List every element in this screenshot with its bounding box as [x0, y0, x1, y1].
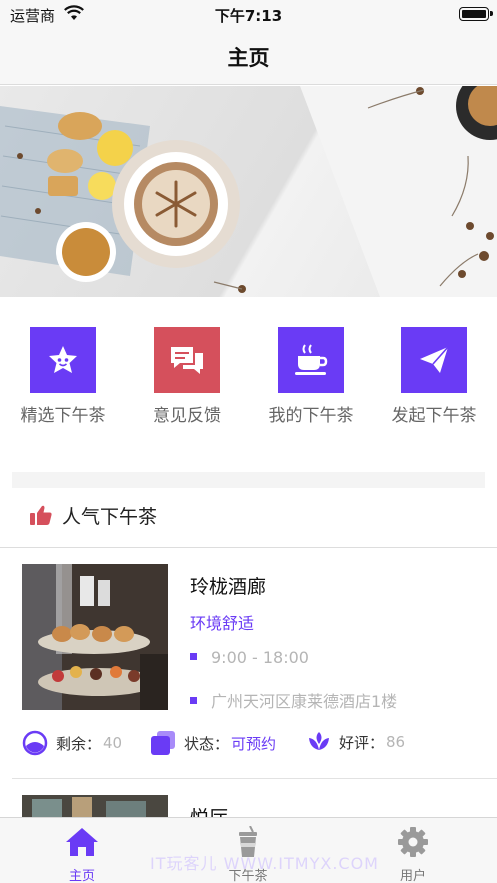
page-title: 主页	[227, 46, 270, 70]
tea-card-photo	[22, 564, 168, 710]
tea-card-hours-text: 9:00 - 18:00	[211, 648, 309, 667]
paper-plane-icon	[401, 327, 467, 393]
chat-bubbles-icon	[154, 327, 220, 393]
quick-menu: 精选下午茶 意见反馈 我的下午茶 发起下午茶	[0, 297, 497, 472]
coffee-cup-icon	[278, 327, 344, 393]
tea-card-name: 玲栊酒廊	[190, 576, 267, 598]
menu-label-start-tea: 发起下午茶	[391, 406, 477, 426]
status-layers-icon	[151, 731, 175, 755]
remaining-gauge-icon	[22, 730, 48, 756]
tea-card[interactable]: 悦厅	[0, 780, 497, 817]
tab-home-label: 主页	[68, 869, 95, 883]
section-title: 人气下午茶	[62, 506, 158, 528]
stat-status-label: 状态：	[184, 734, 230, 753]
gear-icon	[398, 827, 428, 857]
banner-image[interactable]	[0, 86, 497, 297]
tab-home[interactable]: 主页	[22, 826, 142, 883]
menu-item-featured[interactable]: 精选下午茶	[13, 327, 113, 427]
bullet-icon	[190, 653, 197, 660]
menu-label-my-tea: 我的下午茶	[268, 406, 354, 426]
stat-remaining: 剩余： 40	[22, 730, 122, 756]
star-face-icon	[30, 327, 96, 393]
tea-card-tag: 环境舒适	[190, 614, 255, 633]
navigation-bar: 主页	[0, 28, 497, 85]
stat-remaining-value: 40	[103, 734, 123, 752]
tea-card-address: 广州天河区康莱德酒店1楼	[190, 688, 397, 712]
menu-item-feedback[interactable]: 意见反馈	[137, 327, 237, 427]
menu-label-featured: 精选下午茶	[20, 406, 106, 426]
tea-card-photo	[22, 795, 168, 817]
rating-flower-icon	[309, 732, 329, 750]
menu-item-my-tea[interactable]: 我的下午茶	[261, 327, 361, 427]
menu-label-feedback: 意见反馈	[153, 406, 221, 426]
stat-rating: 好评： 86	[307, 730, 405, 754]
card-divider	[12, 778, 497, 779]
stat-status-value: 可预约	[231, 734, 277, 753]
tab-bar: 主页 下午茶 用户 IT玩客儿 WWW.ITMYX.COM	[0, 817, 497, 883]
battery-icon	[459, 7, 493, 21]
status-bar: 运营商 下午7:13	[0, 0, 497, 28]
tea-card[interactable]: 玲栊酒廊 环境舒适 9:00 - 18:00 广州天河区康莱德酒店1楼 剩余： …	[0, 549, 497, 779]
watermark-text: IT玩客儿 WWW.ITMYX.COM	[150, 854, 379, 873]
clock-time: 下午7:13	[214, 7, 283, 25]
section-header: 人气下午茶	[0, 488, 497, 548]
thumbs-up-icon	[30, 505, 52, 525]
stat-rating-value: 86	[386, 733, 406, 751]
section-separator	[12, 472, 485, 488]
bullet-icon	[190, 697, 197, 704]
home-icon	[66, 828, 98, 856]
banner-illustration	[0, 86, 497, 297]
stat-rating-label: 好评：	[339, 733, 385, 752]
stat-status: 状态： 可预约	[150, 730, 276, 756]
tea-card-hours: 9:00 - 18:00	[190, 648, 309, 667]
menu-item-start-tea[interactable]: 发起下午茶	[384, 327, 484, 427]
tea-card-stats: 剩余： 40 状态： 可预约 好评： 86	[0, 730, 497, 760]
stat-remaining-label: 剩余：	[56, 734, 102, 753]
tea-card-name: 悦厅	[190, 803, 228, 817]
tea-card-address-text: 广州天河区康莱德酒店1楼	[211, 692, 398, 711]
